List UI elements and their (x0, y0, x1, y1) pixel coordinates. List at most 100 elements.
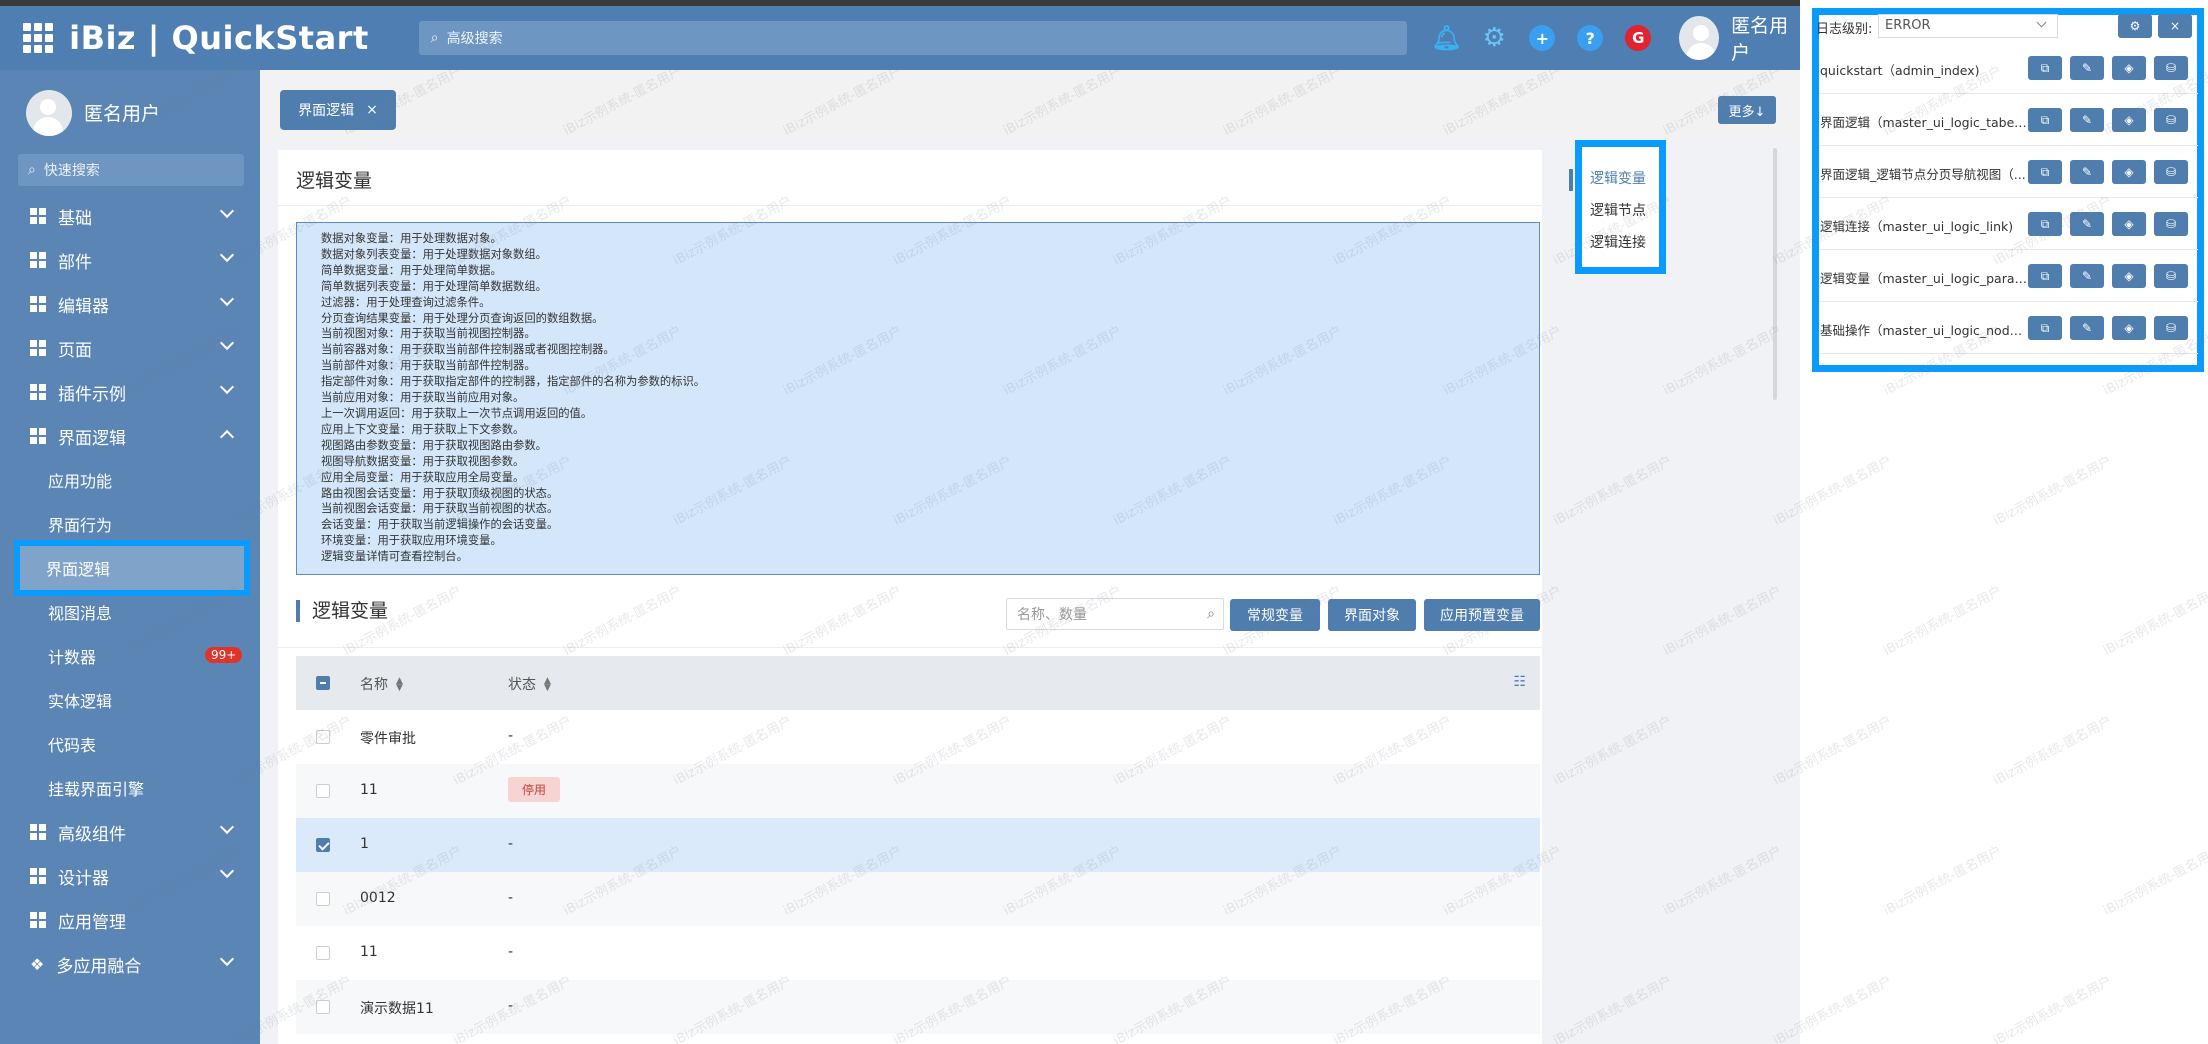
sidebar-subitem-mount-engine[interactable]: 挂载界面引擎 (0, 766, 260, 810)
info-box: 数据对象变量：用于处理数据对象。 数据对象列表变量：用于处理数据对象数组。 简单数据… (296, 222, 1540, 575)
layers-icon[interactable]: ◈ (2112, 108, 2146, 132)
regular-variable-button[interactable]: 常规变量 (1230, 599, 1320, 631)
table-row[interactable]: 1 - (296, 818, 1540, 872)
layers-icon[interactable]: ◈ (2112, 264, 2146, 288)
ui-object-button[interactable]: 界面对象 (1328, 599, 1416, 631)
copy-icon[interactable]: ⧉ (2028, 264, 2062, 288)
grid-icon (30, 868, 46, 884)
help-icon[interactable]: ? (1577, 25, 1604, 51)
log-level-value: ERROR (1885, 18, 1931, 33)
column-header-status[interactable]: 状态 ▲ ▼ (508, 674, 551, 694)
g-logo-icon[interactable]: G (1625, 25, 1652, 51)
app-grid-icon[interactable] (22, 21, 53, 55)
tab-ui-logic[interactable]: 界面逻辑 × (280, 90, 396, 130)
edit-icon[interactable]: ✎ (2070, 264, 2104, 288)
search-icon: ⌕ (430, 30, 439, 46)
copy-icon[interactable]: ⧉ (2028, 108, 2062, 132)
sidebar-item-multi-app[interactable]: ❖ 多应用融合 (0, 942, 260, 986)
sidebar: 匿名用户 ⌕ 快速搜索 基础 部件 编辑器 页面 插件示例 界面逻辑 应用功能 … (0, 70, 260, 1044)
database-icon[interactable]: ⛁ (2154, 212, 2188, 236)
sidebar-item-basic[interactable]: 基础 (0, 194, 260, 238)
cell-status: - (508, 836, 514, 852)
sidebar-item-plugins[interactable]: 插件示例 (0, 370, 260, 414)
layers-icon[interactable]: ◈ (2112, 160, 2146, 184)
table-row[interactable]: 0012 - (296, 872, 1540, 926)
database-icon[interactable]: ⛁ (2154, 264, 2188, 288)
watermark-text: iBiz示例系统-匿名用户 (1551, 713, 1675, 789)
sidebar-subitem-entity-logic[interactable]: 实体逻辑 (0, 678, 260, 722)
row-checkbox[interactable] (316, 892, 330, 906)
sidebar-item-designer[interactable]: 设计器 (0, 854, 260, 898)
debug-log-row: 界面逻辑_逻辑节点分页导航视图（... ⧉ ✎ ◈ ⛁ (1820, 146, 2198, 198)
watermark-text: iBiz示例系统-匿名用户 (1551, 453, 1675, 529)
database-icon[interactable]: ⛁ (2154, 56, 2188, 80)
sidebar-item-ui-logic-group[interactable]: 界面逻辑 (0, 414, 260, 458)
edit-icon[interactable]: ✎ (2070, 160, 2104, 184)
sidebar-subitem-ui-logic[interactable]: 界面逻辑 (14, 540, 250, 596)
info-line: 当前视图会话变量：用于获取当前视图的状态。 (321, 502, 559, 516)
row-checkbox[interactable] (316, 946, 330, 960)
sidebar-subitem-codelist[interactable]: 代码表 (0, 722, 260, 766)
copy-icon[interactable]: ⧉ (2028, 212, 2062, 236)
column-header-name[interactable]: 名称 ▲ ▼ (360, 674, 403, 694)
sidebar-item-label: 页面 (58, 340, 92, 361)
header-user[interactable]: 匿名用户 (1679, 11, 1800, 65)
add-icon[interactable]: + (1529, 25, 1556, 51)
page-scrollbar[interactable] (1773, 148, 1777, 400)
copy-icon[interactable]: ⧉ (2028, 316, 2062, 340)
sort-icon[interactable]: ▲ ▼ (544, 677, 551, 693)
sidebar-item-label: 插件示例 (58, 384, 126, 405)
sort-icon[interactable]: ▲ ▼ (396, 677, 403, 693)
database-icon[interactable]: ⛁ (2154, 160, 2188, 184)
debug-close-button[interactable]: × (2158, 14, 2192, 38)
edit-icon[interactable]: ✎ (2070, 316, 2104, 340)
table-row[interactable]: 零件审批 - (296, 710, 1540, 764)
select-all-checkbox[interactable] (316, 676, 330, 690)
sidebar-item-pages[interactable]: 页面 (0, 326, 260, 370)
edit-icon[interactable]: ✎ (2070, 212, 2104, 236)
table-row[interactable]: 11 - (296, 926, 1540, 980)
column-label: 名称 (360, 677, 388, 693)
copy-icon[interactable]: ⧉ (2028, 56, 2062, 80)
database-icon[interactable]: ⛁ (2154, 316, 2188, 340)
theme-gear-icon[interactable]: ⚙ (1481, 23, 1507, 53)
edit-icon[interactable]: ✎ (2070, 56, 2104, 80)
database-icon[interactable]: ⛁ (2154, 108, 2188, 132)
layers-icon[interactable]: ◈ (2112, 316, 2146, 340)
debug-settings-button[interactable]: ⚙ (2118, 14, 2152, 38)
row-checkbox[interactable] (316, 1000, 330, 1014)
anchor-item-logic-variable[interactable]: 逻辑变量 (1569, 169, 1659, 201)
anchor-item-logic-link[interactable]: 逻辑连接 (1582, 233, 1659, 265)
app-preset-variable-button[interactable]: 应用预置变量 (1424, 599, 1540, 631)
log-level-select[interactable]: ERROR (1878, 14, 2058, 38)
advanced-search-input[interactable]: ⌕ 高级搜索 (418, 21, 1408, 55)
close-icon[interactable]: × (366, 102, 378, 118)
bell-icon[interactable]: 🔔︎ (1431, 24, 1461, 52)
edit-icon[interactable]: ✎ (2070, 108, 2104, 132)
anchor-item-logic-node[interactable]: 逻辑节点 (1582, 201, 1659, 233)
sidebar-item-widgets[interactable]: 部件 (0, 238, 260, 282)
info-line: 过滤器：用于处理查询过滤条件。 (321, 295, 491, 309)
layers-icon[interactable]: ◈ (2112, 212, 2146, 236)
row-checkbox[interactable] (316, 838, 330, 852)
more-tabs-button[interactable]: 更多↓ (1718, 96, 1776, 124)
table-row[interactable]: 演示数据11 - (296, 980, 1540, 1034)
sidebar-subitem-app-function[interactable]: 应用功能 (0, 458, 260, 502)
sidebar-subitem-ui-action[interactable]: 界面行为 (0, 502, 260, 546)
sidebar-item-app-manage[interactable]: 应用管理 (0, 898, 260, 942)
table-search-input[interactable]: 名称、数量 ⌕ (1006, 598, 1224, 630)
info-line: 环境变量：用于获取应用环境变量。 (321, 534, 502, 548)
sidebar-item-editors[interactable]: 编辑器 (0, 282, 260, 326)
main-card: 逻辑变量 数据对象变量：用于处理数据对象。 数据对象列表变量：用于处理数据对象数组… (278, 150, 1542, 1044)
column-settings-icon[interactable]: ☷ (1513, 674, 1526, 690)
copy-icon[interactable]: ⧉ (2028, 160, 2062, 184)
table-row[interactable]: 11 停用 (296, 764, 1540, 818)
sidebar-item-advanced[interactable]: 高级组件 (0, 810, 260, 854)
grid-icon (30, 384, 46, 400)
row-checkbox[interactable] (316, 730, 330, 744)
sidebar-subitem-view-message[interactable]: 视图消息 (0, 590, 260, 634)
quick-search-input[interactable]: ⌕ 快速搜索 (18, 154, 244, 186)
row-checkbox[interactable] (316, 784, 330, 798)
sidebar-subitem-counter[interactable]: 计数器 99+ (0, 634, 260, 678)
layers-icon[interactable]: ◈ (2112, 56, 2146, 80)
